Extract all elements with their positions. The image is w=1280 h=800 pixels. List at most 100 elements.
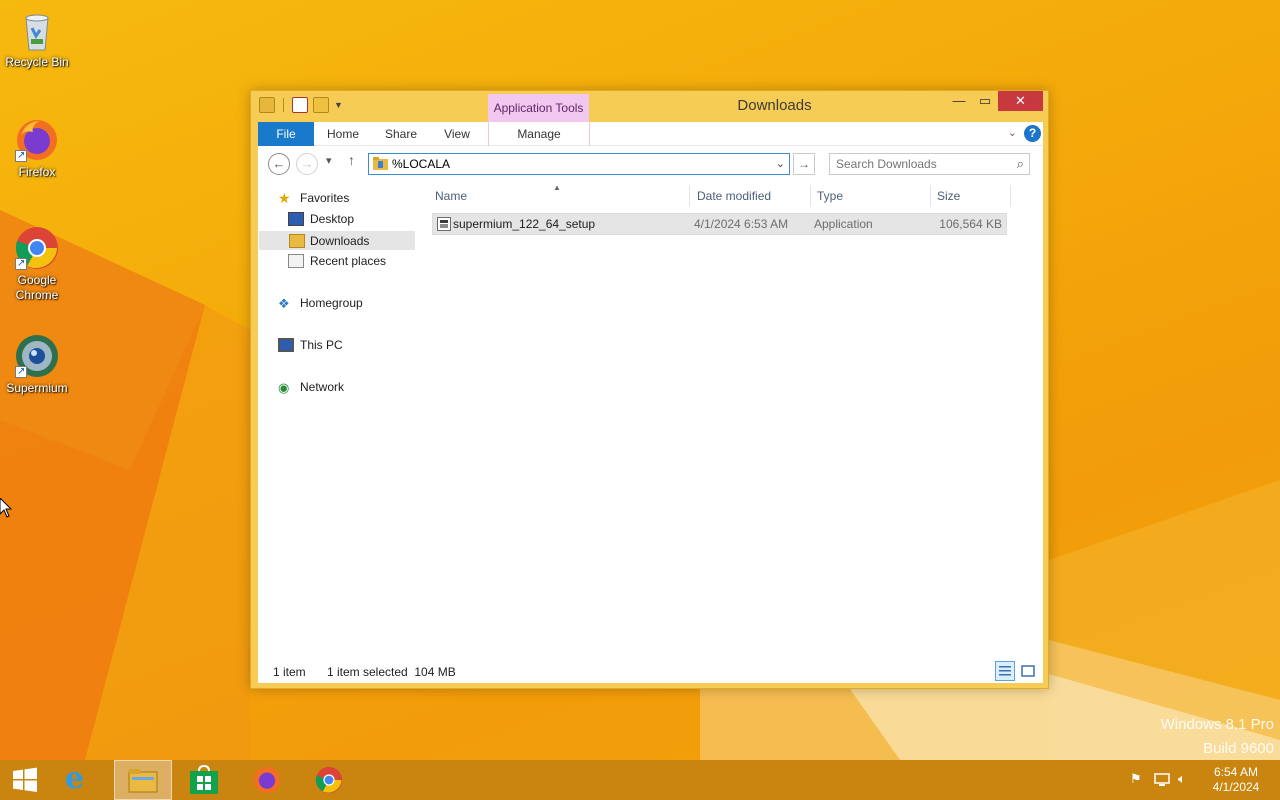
network-status-icon[interactable] bbox=[1154, 773, 1170, 787]
shortcut-arrow-icon bbox=[15, 364, 27, 379]
nav-item-network[interactable]: ◉ Network bbox=[278, 378, 408, 397]
search-box[interactable]: ⌕ bbox=[829, 153, 1030, 175]
nav-item-desktop[interactable]: Desktop bbox=[288, 210, 408, 229]
column-header-name[interactable]: Name ▲ bbox=[429, 183, 690, 207]
chrome-icon bbox=[315, 766, 343, 794]
clock[interactable]: 6:54 AM 4/1/2024 bbox=[1204, 765, 1268, 795]
up-button[interactable]: ↑ bbox=[348, 152, 355, 168]
qat-dropdown-icon[interactable]: ▼ bbox=[334, 100, 343, 110]
file-explorer-window: ▼ Application Tools Downloads — ▭ ✕ File… bbox=[250, 90, 1049, 689]
internet-explorer-icon: e bbox=[65, 761, 85, 796]
store-icon bbox=[190, 765, 218, 794]
action-center-flag-icon[interactable]: ⚑ bbox=[1130, 771, 1146, 786]
desktop-icon-label: Recycle Bin bbox=[5, 55, 69, 69]
address-dropdown-icon[interactable]: ⌄ bbox=[776, 157, 785, 170]
file-list: Name ▲ Date modified Type Size supermium… bbox=[429, 183, 1019, 655]
details-view-button[interactable] bbox=[995, 661, 1015, 681]
status-bar: 1 item 1 item selected 104 MB bbox=[258, 661, 1043, 683]
close-button[interactable]: ✕ bbox=[998, 91, 1043, 111]
maximize-button[interactable]: ▭ bbox=[972, 91, 998, 111]
large-icons-view-button[interactable] bbox=[1018, 661, 1038, 681]
expand-ribbon-chevron-icon[interactable]: ⌄ bbox=[1008, 126, 1017, 139]
application-tools-context-tab: Application Tools bbox=[488, 94, 589, 122]
desktop-icon bbox=[288, 212, 304, 226]
nav-item-downloads[interactable]: Downloads bbox=[259, 231, 415, 250]
file-size: 106,564 KB bbox=[939, 217, 1002, 231]
taskbar-internet-explorer[interactable]: e bbox=[52, 760, 110, 800]
desktop-icon-firefox[interactable]: Firefox bbox=[0, 116, 74, 180]
column-header-date-modified[interactable]: Date modified bbox=[691, 185, 811, 207]
nav-item-this-pc[interactable]: This PC bbox=[278, 336, 408, 355]
properties-icon[interactable] bbox=[292, 97, 308, 113]
mouse-cursor-icon bbox=[0, 498, 12, 518]
taskbar-store[interactable] bbox=[176, 760, 234, 800]
firefox-icon bbox=[253, 766, 281, 794]
tab-view[interactable]: View bbox=[434, 122, 480, 146]
ribbon-tabs: File Home Share View Manage ⌄ ? bbox=[258, 122, 1043, 146]
desktop-icon-label: Google Chrome bbox=[15, 273, 59, 302]
application-icon bbox=[437, 217, 451, 231]
taskbar-firefox[interactable] bbox=[238, 760, 296, 800]
shortcut-arrow-icon bbox=[15, 148, 27, 163]
tab-share[interactable]: Share bbox=[378, 122, 424, 146]
tab-manage[interactable]: Manage bbox=[488, 122, 590, 146]
firefox-icon bbox=[13, 116, 61, 164]
file-row[interactable]: supermium_122_64_setup 4/1/2024 6:53 AM … bbox=[432, 213, 1007, 235]
search-input[interactable] bbox=[836, 157, 1006, 171]
tab-file[interactable]: File bbox=[258, 122, 314, 146]
help-icon[interactable]: ? bbox=[1024, 125, 1041, 142]
search-icon[interactable]: ⌕ bbox=[1017, 156, 1024, 172]
computer-icon bbox=[278, 338, 294, 352]
tab-home[interactable]: Home bbox=[320, 122, 366, 146]
desktop-icon-supermium[interactable]: Supermium bbox=[0, 332, 74, 396]
title-bar[interactable]: ▼ Application Tools Downloads — ▭ ✕ bbox=[251, 91, 1048, 122]
divider bbox=[283, 98, 284, 112]
file-explorer-icon bbox=[128, 769, 158, 793]
start-button[interactable] bbox=[0, 760, 50, 800]
nav-item-favorites[interactable]: ★ Favorites bbox=[278, 189, 408, 208]
desktop-icon-label: Firefox bbox=[18, 165, 56, 179]
taskbar-file-explorer[interactable] bbox=[114, 760, 172, 800]
address-input[interactable] bbox=[392, 156, 762, 172]
file-type: Application bbox=[814, 217, 873, 231]
nav-item-label: This PC bbox=[300, 338, 343, 352]
item-count: 1 item bbox=[273, 665, 306, 679]
recent-places-icon bbox=[288, 254, 304, 268]
downloads-folder-icon bbox=[289, 234, 305, 248]
back-button[interactable]: ← bbox=[268, 153, 290, 175]
column-header-type[interactable]: Type bbox=[811, 185, 931, 207]
file-name: supermium_122_64_setup bbox=[453, 217, 596, 231]
column-header-label: Name bbox=[435, 189, 468, 203]
windows-logo-icon bbox=[13, 767, 37, 792]
navigation-bar: ← → ▾ ↑ ⌄ → ⌕ bbox=[258, 147, 1043, 181]
minimize-button[interactable]: — bbox=[946, 91, 972, 111]
window-title: Downloads bbox=[737, 97, 812, 114]
recycle-bin-icon bbox=[13, 6, 61, 54]
nav-item-recent-places[interactable]: Recent places bbox=[288, 252, 408, 271]
taskbar-google-chrome[interactable] bbox=[300, 760, 358, 800]
go-button[interactable]: → bbox=[793, 153, 815, 175]
column-header-size[interactable]: Size bbox=[931, 185, 1011, 207]
desktop-icon-recycle-bin[interactable]: Recycle Bin bbox=[0, 6, 74, 70]
nav-item-label: Recent places bbox=[310, 254, 387, 268]
large-icons-view-icon bbox=[1021, 665, 1035, 677]
desktop-icon-google-chrome[interactable]: Google Chrome bbox=[0, 224, 74, 303]
shortcut-arrow-icon bbox=[15, 256, 27, 271]
file-date-modified: 4/1/2024 6:53 AM bbox=[694, 217, 789, 231]
folder-down-icon[interactable] bbox=[259, 97, 275, 113]
nav-item-label: Network bbox=[300, 380, 345, 394]
forward-button[interactable]: → bbox=[296, 153, 318, 175]
selection-info: 1 item selected 104 MB bbox=[327, 665, 456, 679]
nav-item-label: Desktop bbox=[310, 212, 355, 226]
recent-locations-chevron-icon[interactable]: ▾ bbox=[326, 154, 332, 167]
quick-access-toolbar: ▼ bbox=[259, 97, 343, 113]
windows-build-watermark: Build 9600 bbox=[1203, 740, 1274, 757]
star-icon: ★ bbox=[278, 190, 291, 206]
address-bar[interactable]: ⌄ bbox=[368, 153, 790, 175]
new-folder-icon[interactable] bbox=[313, 97, 329, 113]
nav-item-label: Downloads bbox=[310, 234, 370, 248]
desktop-icon-label: Supermium bbox=[6, 381, 68, 395]
nav-item-homegroup[interactable]: ❖ Homegroup bbox=[278, 294, 408, 313]
volume-muted-icon[interactable]: 🔈︎ bbox=[1178, 771, 1194, 786]
clock-date: 4/1/2024 bbox=[1212, 780, 1260, 794]
